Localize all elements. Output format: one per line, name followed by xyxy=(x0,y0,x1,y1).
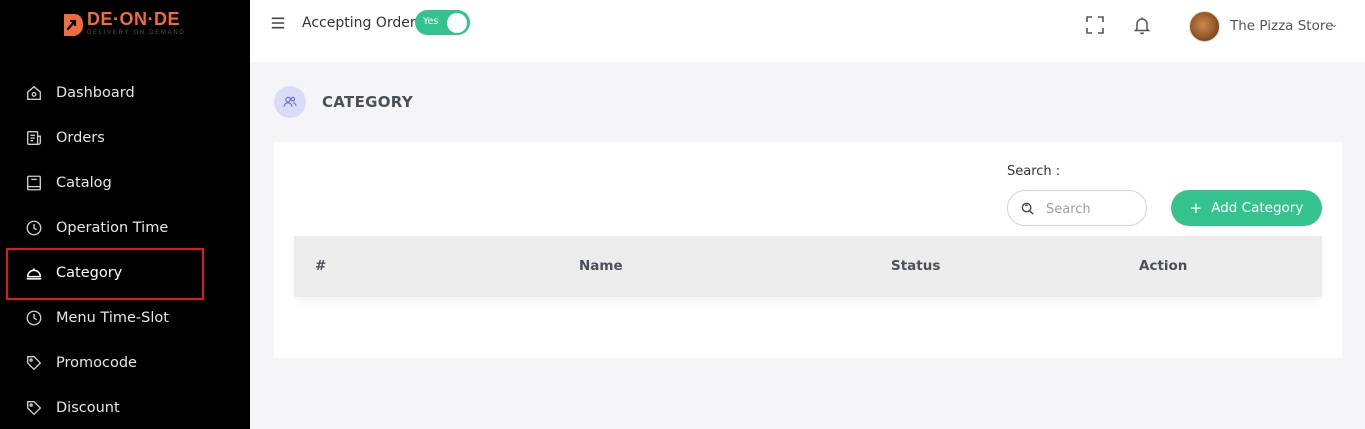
sidebar-item-orders[interactable]: Orders xyxy=(0,115,250,160)
search-label: Search : xyxy=(1007,164,1061,179)
sidebar-nav: Dashboard Orders Catalog Operation Time … xyxy=(0,70,250,429)
cloche-icon xyxy=(24,263,44,283)
store-avatar[interactable] xyxy=(1189,11,1220,42)
sidebar-item-discount[interactable]: Discount xyxy=(0,385,250,429)
logo-text: DE·ON·DE DELIVERY ON DEMAND xyxy=(87,9,185,37)
logo-mark-icon xyxy=(64,14,83,36)
search-icon xyxy=(1021,202,1034,215)
add-category-label: Add Category xyxy=(1211,200,1304,216)
search-box[interactable] xyxy=(1007,190,1147,226)
sidebar-item-label: Discount xyxy=(56,399,120,416)
search-input[interactable] xyxy=(1046,199,1141,219)
sidebar-item-label: Menu Time-Slot xyxy=(56,309,169,326)
sidebar-item-label: Promocode xyxy=(56,354,137,371)
sidebar-item-catalog[interactable]: Catalog xyxy=(0,160,250,205)
receipt-icon xyxy=(24,128,44,148)
home-icon xyxy=(24,83,44,103)
column-header-status[interactable]: Status xyxy=(891,258,940,274)
sidebar-item-operation-time[interactable]: Operation Time xyxy=(0,205,250,250)
sidebar-item-dashboard[interactable]: Dashboard xyxy=(0,70,250,115)
sidebar: DE·ON·DE DELIVERY ON DEMAND Dashboard Or… xyxy=(0,0,250,429)
column-header-index[interactable]: # xyxy=(315,258,326,274)
toggle-label: Yes xyxy=(423,16,439,27)
store-name[interactable]: The Pizza Store xyxy=(1230,18,1333,34)
tag-icon xyxy=(24,398,44,418)
plus-icon: + xyxy=(1189,199,1203,217)
clock-icon xyxy=(24,308,44,328)
brand-name: DE·ON·DE xyxy=(87,9,180,29)
page-title: CATEGORY xyxy=(322,93,413,111)
book-icon xyxy=(24,173,44,193)
column-header-action[interactable]: Action xyxy=(1139,258,1187,274)
sidebar-item-label: Dashboard xyxy=(56,84,135,101)
sidebar-item-label: Category xyxy=(56,264,123,281)
clock-icon xyxy=(24,218,44,238)
sidebar-item-promocode[interactable]: Promocode xyxy=(0,340,250,385)
hamburger-menu-icon[interactable] xyxy=(268,14,288,32)
sidebar-item-category[interactable]: Category xyxy=(0,250,250,295)
sidebar-item-label: Catalog xyxy=(56,174,112,191)
sidebar-item-label: Operation Time xyxy=(56,219,169,236)
brand-logo[interactable]: DE·ON·DE DELIVERY ON DEMAND xyxy=(62,9,185,41)
sidebar-item-menu-time-slot[interactable]: Menu Time-Slot xyxy=(0,295,250,340)
sidebar-item-label: Orders xyxy=(56,129,105,146)
chevron-down-icon[interactable]: ⌄ xyxy=(1330,19,1338,30)
fullscreen-icon[interactable] xyxy=(1086,16,1104,34)
table-header-row: # Name Status Action xyxy=(294,236,1322,297)
toggle-knob xyxy=(447,12,467,33)
category-card: Search : + Add Category # Name Status Ac… xyxy=(274,142,1342,358)
accepting-order-toggle[interactable]: Yes xyxy=(415,10,470,35)
brand-tagline: DELIVERY ON DEMAND xyxy=(87,30,186,36)
top-header: Accepting Order Yes The Pizza Store ⌄ xyxy=(250,0,1365,62)
column-header-name[interactable]: Name xyxy=(579,258,623,274)
notification-bell-icon[interactable] xyxy=(1132,15,1152,35)
add-category-button[interactable]: + Add Category xyxy=(1171,190,1322,226)
tag-icon xyxy=(24,353,44,373)
accepting-order-label: Accepting Order xyxy=(302,15,416,31)
users-icon xyxy=(274,86,306,118)
